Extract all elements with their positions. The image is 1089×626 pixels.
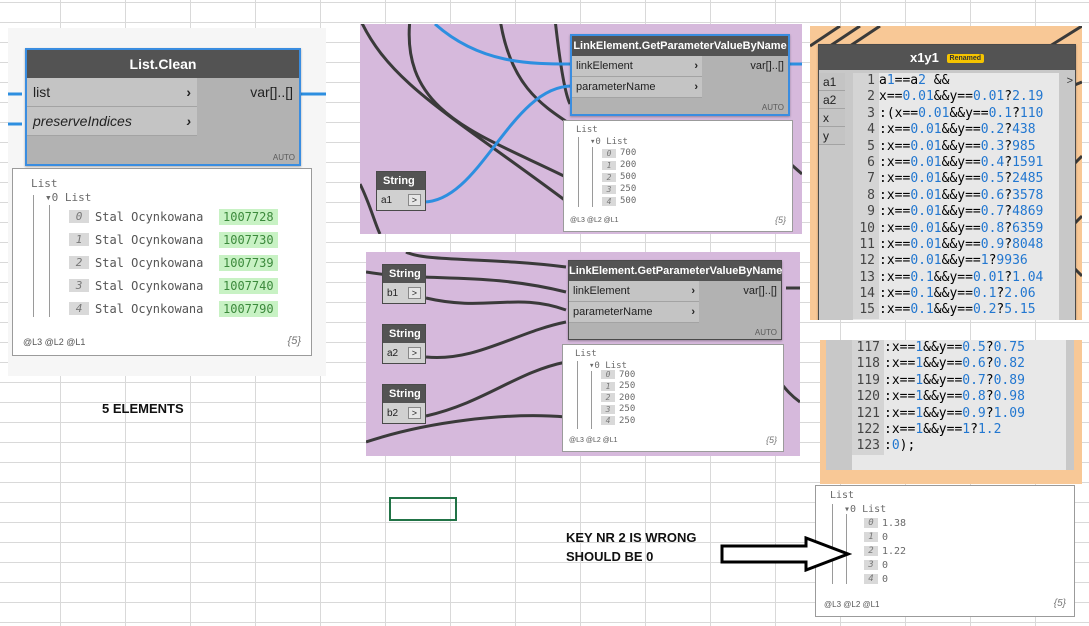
code-line: 122:x==1&&y==1?1.2 <box>852 421 1066 439</box>
list-item: 40 <box>864 572 906 586</box>
string-output-button[interactable]: > <box>407 194 421 206</box>
link-element-node-2[interactable]: LinkElement.GetParameterValueByName link… <box>568 260 782 340</box>
output-port-var[interactable]: var[]..[] <box>702 56 788 98</box>
code-line: 5:x==0.01&&y==0.3?985 <box>853 138 1059 155</box>
code-line: 7:x==0.01&&y==0.5?2485 <box>853 171 1059 188</box>
code-editor-lower[interactable]: 117:x==1&&y==0.5?0.75 118:x==1&&y==0.6?0.… <box>852 340 1066 470</box>
list-clean-canvas: List.Clean list › preserveIndices › var[].… <box>8 28 326 376</box>
list-item: 1 Stal Ocynkowana 1007730 <box>69 228 278 251</box>
code-editor[interactable]: 1 a1==a2 && 2 x==0.01&&y==0.01?2.19 3:(x==0.… <box>853 73 1059 320</box>
input-port-x[interactable]: x <box>819 109 845 127</box>
code-line: 118:x==1&&y==0.6?0.82 <box>852 356 1066 373</box>
list-item: 1 250 <box>601 381 635 393</box>
list-clean-node[interactable]: List.Clean list › preserveIndices › var[].… <box>25 48 301 166</box>
arrow-right-icon <box>720 536 852 572</box>
code-block-title: x1y1 Renamed <box>819 45 1075 70</box>
string-node-a2[interactable]: String a2 > <box>382 324 426 364</box>
code-line: 2 x==0.01&&y==0.01?2.19 <box>853 89 1059 106</box>
output-port-var[interactable]: var[]..[] <box>699 281 781 323</box>
code-line: 1 a1==a2 && <box>853 73 1059 90</box>
code-line: 10:x==0.01&&y==0.8?6359 <box>853 220 1059 237</box>
input-port-list[interactable]: list › <box>27 78 197 107</box>
code-line: 11:x==0.01&&y==0.9?8048 <box>853 236 1059 254</box>
output-port-var[interactable]: var[]..[] <box>197 78 299 136</box>
code-block-canvas: x1y1 Renamed a1 a2 x y 1 a1==a2 && 2 x==0.0… <box>810 26 1082 320</box>
code-line: 9:x==0.01&&y==0.7?4869 <box>853 204 1059 221</box>
annotation-text: KEY NR 2 IS WRONG SHOULD BE 0 <box>566 530 697 564</box>
list-item: 2 200 <box>601 392 635 404</box>
link-node-2-preview: List ▾0 List 0 700 1 250 2 200 3 250 4 250 @L3 @L… <box>562 344 784 452</box>
code-line: 123:0); <box>852 438 1066 455</box>
code-line: 6:x==0.01&&y==0.4?1591 <box>853 154 1059 172</box>
code-block-node[interactable]: x1y1 Renamed a1 a2 x y 1 a1==a2 && 2 x==0.0… <box>818 44 1076 320</box>
string-node-b2[interactable]: String b2 > <box>382 384 426 424</box>
list-clean-preview: List ▾0 List 0 Stal Ocynkowana 1007728 1 Sta… <box>12 168 312 356</box>
string-node-b1[interactable]: String b1 > <box>382 264 426 304</box>
list-item: 2 1.22 <box>864 544 906 558</box>
code-line: 120:x==1&&y==0.8?0.98 <box>852 389 1066 406</box>
list-clean-title: List.Clean <box>27 50 299 78</box>
code-line: 121:x==1&&y==0.9?1.09 <box>852 405 1066 422</box>
code-line: 15:x==0.1&&y==0.2?5.15 <box>853 302 1059 319</box>
code-line: 4:x==0.01&&y==0.2?438 <box>853 122 1059 139</box>
link-element-node-1[interactable]: LinkElement.GetParameterValueByName link… <box>570 34 790 116</box>
input-port-parameter-name[interactable]: parameterName › <box>572 77 702 98</box>
list-item: 4 500 <box>602 195 636 207</box>
auto-lacing-label: AUTO <box>272 153 295 162</box>
renamed-badge: Renamed <box>946 54 985 64</box>
five-elements-label: 5 ELEMENTS <box>102 401 184 416</box>
code-line: 3:(x==0.01&&y==0.1?110 <box>853 105 1059 123</box>
code-line: 13:x==0.1&&y==0.01?1.04 <box>853 269 1059 287</box>
list-item: 1 200 <box>602 159 636 171</box>
list-item: 10 <box>864 530 906 544</box>
string-node-a1[interactable]: String a1 > <box>376 171 426 211</box>
input-port-y[interactable]: y <box>819 127 845 145</box>
list-item: 3 250 <box>601 404 635 416</box>
list-item: 4 250 <box>601 415 635 427</box>
input-port-a1[interactable]: a1 <box>819 73 845 91</box>
list-item: 3 Stal Ocynkowana 1007740 <box>69 274 278 297</box>
list-item: 3 250 <box>602 183 636 195</box>
input-port-a2[interactable]: a2 <box>819 91 845 109</box>
sublist-label: ▾0 List <box>45 191 92 204</box>
lower-graph-canvas: LinkElement.GetParameterValueByName link… <box>366 252 800 456</box>
list-item: 4 Stal Ocynkowana 1007790 <box>69 297 278 320</box>
list-item: 30 <box>864 558 906 572</box>
code-line: 12:x==0.01&&y==1?9936 <box>853 253 1059 270</box>
input-port-preserve-indices[interactable]: preserveIndices › <box>27 107 197 136</box>
list-item: 2 500 <box>602 171 636 183</box>
list-item: 0 700 <box>602 147 636 159</box>
code-line: 119:x==1&&y==0.7?0.89 <box>852 372 1066 390</box>
upper-graph-canvas: LinkElement.GetParameterValueByName link… <box>360 24 802 234</box>
input-port-parameter-name[interactable]: parameterName › <box>569 302 699 323</box>
list-item: 0 700 <box>601 369 635 381</box>
code-block-inputs: a1 a2 x y <box>819 73 845 145</box>
list-item: 0 Stal Ocynkowana 1007728 <box>69 205 278 228</box>
list-item: 2 Stal Ocynkowana 1007739 <box>69 251 278 274</box>
code-block-canvas-lower: 117:x==1&&y==0.5?0.75 118:x==1&&y==0.6?0.… <box>820 340 1082 484</box>
code-block-preview: List ▾0 List 0 1.38 1 0 2 1.22 3 0 4 0 @L3 @L2 @L… <box>815 485 1075 617</box>
selected-cell[interactable] <box>389 497 457 521</box>
code-line: 14:x==0.1&&y==0.1?2.06 <box>853 286 1059 303</box>
link-node-1-preview: List ▾0 List 0 700 1 200 2 500 3 250 4 500 @L3 @L… <box>563 120 793 232</box>
list-item: 0 1.38 <box>864 516 906 530</box>
input-port-link-element[interactable]: linkElement › <box>569 281 699 302</box>
code-line: 8:x==0.01&&y==0.6?3578 <box>853 187 1059 205</box>
code-line: 117:x==1&&y==0.5?0.75 <box>852 340 1066 357</box>
input-port-link-element[interactable]: linkElement › <box>572 56 702 77</box>
output-port-button[interactable]: > <box>1067 75 1073 87</box>
